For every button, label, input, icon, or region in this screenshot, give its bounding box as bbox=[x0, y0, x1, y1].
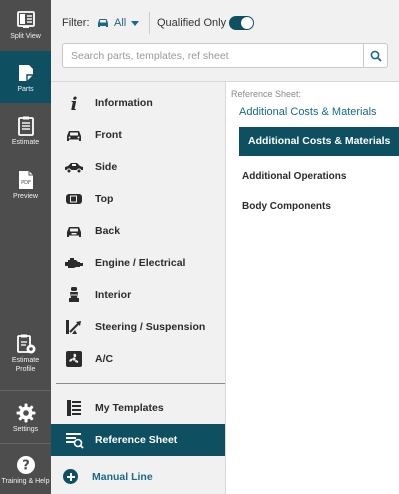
car-back-icon bbox=[67, 227, 81, 237]
rail-estimate-profile[interactable]: Estimate Profile bbox=[0, 326, 51, 386]
category-label: Back bbox=[95, 225, 121, 237]
rail-divider bbox=[0, 443, 51, 444]
category-label: Interior bbox=[95, 289, 132, 301]
reference-sheet-icon bbox=[66, 433, 84, 449]
category-label: Side bbox=[95, 161, 118, 173]
reference-item-selected[interactable]: Additional Costs & Materials bbox=[239, 127, 399, 156]
steering-icon bbox=[66, 320, 81, 334]
category-reference-sheet[interactable]: Reference Sheet bbox=[51, 424, 225, 456]
category-label: Engine / Electrical bbox=[95, 257, 186, 269]
category-front[interactable]: Front bbox=[51, 119, 225, 151]
category-information[interactable]: i Information bbox=[51, 87, 225, 119]
car-front-icon bbox=[67, 131, 81, 141]
category-divider bbox=[56, 383, 225, 384]
rail-divider bbox=[0, 390, 51, 391]
fan-icon bbox=[66, 351, 82, 367]
category-label: Information bbox=[95, 97, 153, 109]
search-icon bbox=[370, 50, 382, 62]
reference-sheet-subtitle: Additional Costs & Materials bbox=[239, 106, 377, 118]
category-side[interactable]: Side bbox=[51, 151, 225, 183]
gear-icon bbox=[16, 403, 35, 423]
qualified-only-toggle[interactable] bbox=[229, 16, 254, 30]
filter-value: All bbox=[114, 17, 127, 29]
profile-gear-icon bbox=[16, 334, 35, 354]
divider bbox=[149, 12, 150, 34]
manual-line-button[interactable]: Manual Line bbox=[51, 462, 225, 494]
category-label: My Templates bbox=[95, 402, 164, 414]
rail-preview[interactable]: PDF Preview bbox=[0, 160, 51, 218]
car-icon bbox=[98, 19, 108, 27]
rail-label: Settings bbox=[12, 426, 39, 433]
category-list: i Information Front Side Top Back Engine… bbox=[51, 82, 225, 494]
filter-label: Filter: bbox=[62, 17, 90, 29]
engine-icon bbox=[65, 258, 83, 268]
info-icon: i bbox=[71, 94, 78, 113]
rail-estimate[interactable]: Estimate bbox=[0, 106, 51, 164]
clipboard-icon bbox=[17, 116, 34, 136]
rail-parts[interactable]: Parts bbox=[0, 51, 51, 103]
svg-text:?: ? bbox=[22, 459, 30, 474]
rail-label: Preview bbox=[13, 193, 38, 200]
filter-dropdown[interactable]: All bbox=[96, 14, 140, 32]
reference-item[interactable]: Body Components bbox=[242, 201, 331, 212]
manual-line-label: Manual Line bbox=[92, 471, 153, 483]
category-back[interactable]: Back bbox=[51, 215, 225, 247]
category-steering-suspension[interactable]: Steering / Suspension bbox=[51, 311, 225, 343]
split-view-icon bbox=[16, 11, 35, 28]
search-button[interactable] bbox=[363, 43, 388, 68]
category-ac[interactable]: A/C bbox=[51, 343, 225, 375]
category-label: A/C bbox=[95, 353, 114, 365]
parts-icon bbox=[18, 65, 33, 81]
rail-split-view[interactable]: Split View bbox=[0, 0, 51, 58]
rail-label: Estimate bbox=[11, 139, 40, 146]
filter-bar: Filter: All Qualified Only bbox=[51, 0, 399, 82]
category-label: Front bbox=[95, 129, 122, 141]
toggle-knob bbox=[241, 17, 253, 29]
category-label: Steering / Suspension bbox=[95, 321, 206, 333]
reference-sheet-header: Reference Sheet: bbox=[231, 89, 302, 99]
rail-training-help[interactable]: ? Training & Help bbox=[0, 445, 51, 494]
category-label: Top bbox=[95, 193, 114, 205]
category-engine-electrical[interactable]: Engine / Electrical bbox=[51, 247, 225, 279]
category-label: Reference Sheet bbox=[95, 434, 178, 446]
chevron-down-icon bbox=[131, 20, 140, 26]
category-interior[interactable]: Interior bbox=[51, 279, 225, 311]
search-input[interactable] bbox=[62, 43, 363, 68]
rail-label: Training & Help bbox=[1, 478, 50, 485]
category-my-templates[interactable]: My Templates bbox=[51, 392, 225, 424]
reference-item[interactable]: Additional Operations bbox=[242, 171, 346, 182]
qualified-only-label: Qualified Only bbox=[157, 17, 227, 29]
category-top[interactable]: Top bbox=[51, 183, 225, 215]
seat-icon bbox=[69, 287, 79, 302]
rail-label: Parts bbox=[17, 86, 34, 93]
car-side-icon bbox=[65, 163, 83, 174]
pdf-icon-text: PDF bbox=[21, 180, 31, 186]
help-icon: ? bbox=[16, 456, 35, 474]
template-icon bbox=[67, 400, 81, 416]
rail-label: Estimate Profile bbox=[11, 357, 40, 373]
pdf-icon: PDF bbox=[18, 171, 33, 189]
left-rail: Split View Parts Estimate PDF Preview Es… bbox=[0, 0, 51, 494]
svg-text:i: i bbox=[71, 94, 78, 113]
reference-sheet-pane: Reference Sheet: Additional Costs & Mate… bbox=[225, 82, 399, 494]
car-top-icon bbox=[66, 194, 82, 204]
plus-circle-icon bbox=[63, 469, 78, 484]
rail-label: Split View bbox=[10, 33, 41, 40]
